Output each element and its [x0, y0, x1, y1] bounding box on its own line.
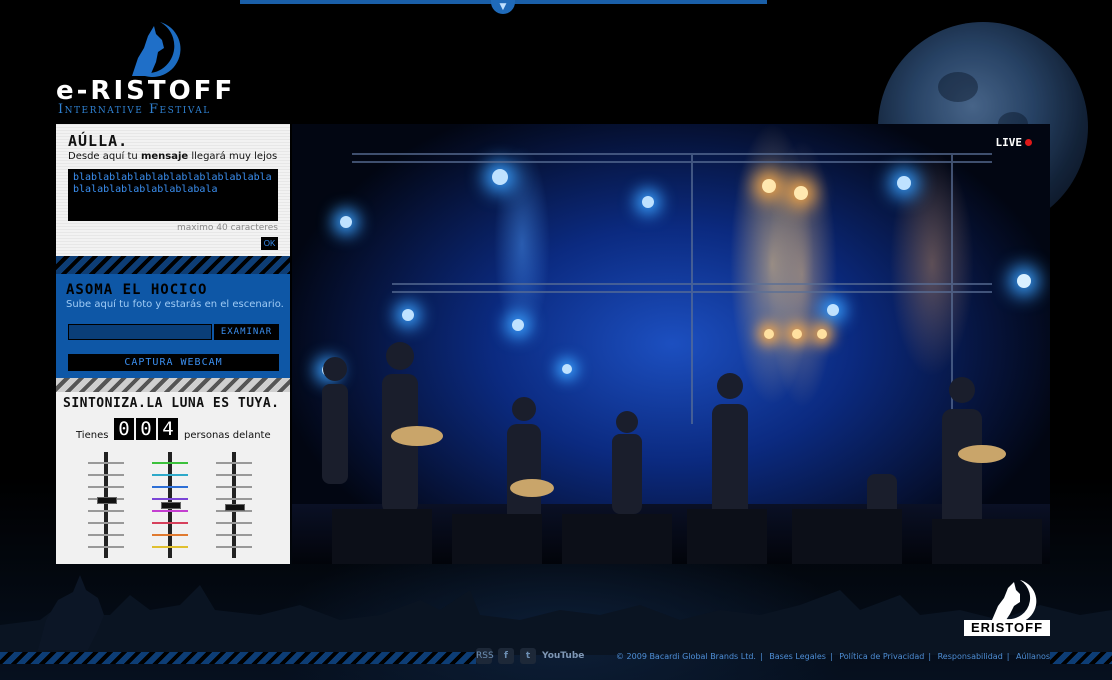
sintoniza-panel: SINTONIZA.LA LUNA ES TUYA. Tienes 0 0 4 …	[56, 392, 290, 564]
wolf-moon-icon	[992, 580, 1037, 622]
twitter-icon[interactable]: t	[520, 648, 536, 664]
copyright-text: © 2009 Bacardi Global Brands Ltd.	[616, 652, 756, 661]
concert-video[interactable]: LIVE	[292, 124, 1050, 564]
eristoff-wordmark: ERISTOFF	[964, 620, 1050, 636]
rss-icon[interactable]: RSS	[476, 648, 494, 664]
photo-file-input[interactable]	[68, 324, 212, 340]
sintoniza-title: SINTONIZA.LA LUNA ES TUYA.	[63, 396, 280, 411]
fader-1[interactable]	[88, 452, 124, 558]
aulla-description: Desde aquí tu mensaje llegará muy lejos	[68, 151, 278, 162]
wolf-silhouette-icon	[38, 575, 104, 650]
footer-link-bases[interactable]: Bases Legales	[769, 652, 826, 661]
howling-wolf-icon	[132, 22, 181, 77]
counter-label-post: personas delante	[184, 430, 271, 441]
counter-digits: 0 0 4	[114, 418, 178, 440]
city-skyline	[0, 585, 1112, 655]
fader-knob[interactable]	[161, 502, 181, 509]
max-chars-hint: maximo 40 caracteres	[177, 223, 278, 233]
mixer-faders	[88, 452, 258, 558]
asoma-description: Sube aquí tu foto y estarás en el escena…	[66, 299, 284, 310]
divider-stripe	[56, 256, 290, 274]
footer-stripe-right	[1050, 652, 1112, 664]
site-logo[interactable]: e-RISTOFF Internative Festival	[56, 18, 236, 118]
asoma-title: ASOMA EL HOCICO	[66, 282, 208, 298]
message-input[interactable]: blablablablablablablablablablablablalabl…	[68, 169, 278, 221]
counter-digit: 0	[136, 418, 156, 440]
aulla-title: AÚLLA.	[68, 132, 129, 150]
eristoff-brand-logo[interactable]: ERISTOFF	[962, 578, 1054, 640]
queue-counter: Tienes 0 0 4 personas delante	[76, 418, 276, 441]
aulla-panel: AÚLLA. Desde aquí tu mensaje llegará muy…	[56, 124, 290, 256]
live-indicator: LIVE	[995, 136, 1032, 149]
youtube-icon[interactable]: YouTube	[542, 648, 584, 664]
footer-links: © 2009 Bacardi Global Brands Ltd. | Bases…	[616, 652, 1051, 661]
counter-label-pre: Tienes	[76, 430, 109, 441]
divider-stripe	[56, 378, 290, 392]
social-links: RSS f t YouTube	[476, 648, 584, 664]
fader-knob[interactable]	[97, 497, 117, 504]
webcam-capture-button[interactable]: CAPTURA WEBCAM	[68, 354, 279, 371]
asoma-panel: ASOMA EL HOCICO Sube aquí tu foto y esta…	[56, 274, 290, 378]
footer-link-aullanos[interactable]: Aúllanos	[1016, 652, 1050, 661]
facebook-icon[interactable]: f	[498, 648, 514, 664]
live-label: LIVE	[995, 136, 1023, 149]
ok-button[interactable]: OK	[261, 237, 278, 250]
logo-subtitle: Internative Festival	[58, 102, 211, 117]
fader-knob[interactable]	[225, 504, 245, 511]
browse-button[interactable]: EXAMINAR	[214, 324, 279, 340]
live-dot-icon	[1025, 139, 1032, 146]
footer-link-privacidad[interactable]: Política de Privacidad	[839, 652, 924, 661]
footer-link-responsabilidad[interactable]: Responsabilidad	[938, 652, 1003, 661]
footer-stripe-left	[0, 652, 476, 664]
fader-3[interactable]	[216, 452, 252, 558]
fader-2[interactable]	[152, 452, 188, 558]
counter-digit: 4	[158, 418, 178, 440]
band-silhouettes	[322, 342, 1042, 564]
counter-digit: 0	[114, 418, 134, 440]
